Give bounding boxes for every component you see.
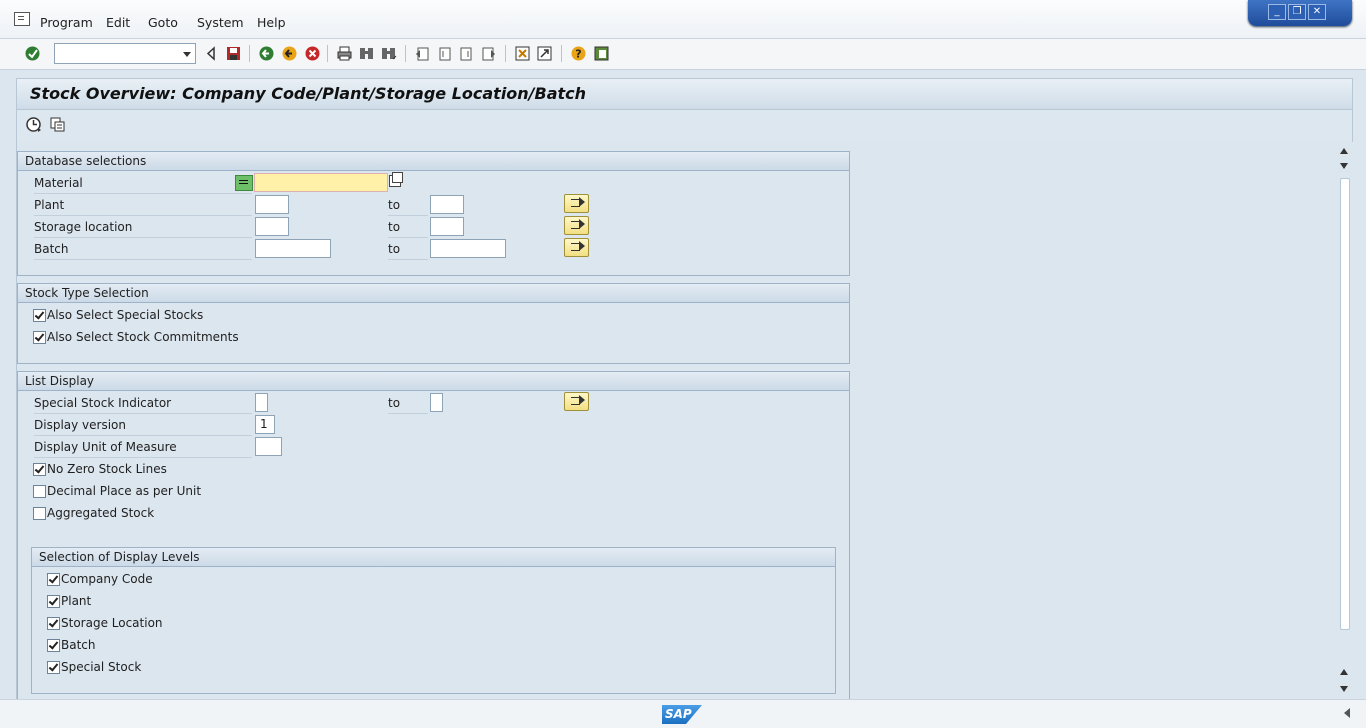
to-label: to (388, 217, 428, 238)
next-page-icon[interactable] (458, 45, 475, 62)
storage-location-level-label: Storage Location (61, 616, 163, 630)
plant-checkbox[interactable] (47, 595, 60, 608)
storage-location-multiple-selection-button[interactable] (564, 216, 589, 235)
plant-to-field[interactable] (430, 195, 464, 214)
no-zero-stock-lines-checkbox[interactable] (33, 463, 46, 476)
plant-label: Plant (34, 195, 252, 216)
help-icon[interactable]: ? (570, 45, 587, 62)
storage-location-label: Storage location (34, 217, 252, 238)
to-label: to (388, 195, 428, 216)
multiple-selection-icon[interactable] (389, 172, 403, 187)
plant-from-field[interactable] (255, 195, 289, 214)
special-stock-level-label: Special Stock (61, 660, 142, 674)
create-session-icon[interactable] (514, 45, 531, 62)
to-label: to (388, 393, 428, 414)
group-title: List Display (25, 374, 95, 388)
back-arrow-icon[interactable] (203, 45, 220, 62)
special-stocks-checkbox[interactable] (33, 309, 46, 322)
special-stock-indicator-to-field[interactable] (430, 393, 443, 412)
special-stock-checkbox[interactable] (47, 661, 60, 674)
no-zero-stock-lines-label: No Zero Stock Lines (47, 462, 167, 476)
scroll-up-icon[interactable] (1340, 669, 1348, 675)
stock-type-selection-group: Stock Type Selection (17, 283, 850, 364)
find-next-icon[interactable] (380, 45, 397, 62)
display-unit-of-measure-field[interactable] (255, 437, 282, 456)
previous-page-icon[interactable] (436, 45, 453, 62)
menu-system[interactable]: System (197, 15, 244, 30)
special-stock-indicator-from-field[interactable] (255, 393, 268, 412)
group-title: Selection of Display Levels (39, 550, 200, 564)
storage-location-checkbox[interactable] (47, 617, 60, 630)
decimal-place-label: Decimal Place as per Unit (47, 484, 202, 498)
shortcut-icon[interactable] (536, 45, 553, 62)
menu-bar: Program Edit Goto System Help _ ❐ ✕ (0, 0, 1366, 39)
batch-multiple-selection-button[interactable] (564, 238, 589, 257)
status-expand-icon[interactable] (1344, 708, 1350, 718)
back-icon[interactable] (258, 45, 275, 62)
last-page-icon[interactable] (480, 45, 497, 62)
sap-logo: SAP (662, 705, 702, 724)
aggregated-stock-checkbox[interactable] (33, 507, 46, 520)
execute-icon[interactable] (25, 116, 42, 133)
chevron-down-icon[interactable] (179, 44, 195, 63)
plant-level-label: Plant (61, 594, 92, 608)
close-icon[interactable]: ✕ (1308, 4, 1326, 20)
first-page-icon[interactable] (414, 45, 431, 62)
batch-level-label: Batch (61, 638, 96, 652)
scroll-up-icon[interactable] (1340, 148, 1348, 154)
batch-to-field[interactable] (430, 239, 506, 258)
vertical-scrollbar[interactable] (1335, 142, 1353, 699)
batch-from-field[interactable] (255, 239, 331, 258)
material-field[interactable] (254, 173, 388, 192)
plant-multiple-selection-button[interactable] (564, 194, 589, 213)
company-code-label: Company Code (61, 572, 153, 586)
group-title: Stock Type Selection (25, 286, 149, 300)
customize-layout-icon[interactable] (593, 45, 610, 62)
batch-checkbox[interactable] (47, 639, 60, 652)
standard-toolbar: ? (0, 39, 1366, 70)
scroll-down-icon[interactable] (1340, 686, 1348, 692)
display-version-field[interactable]: 1 (255, 415, 275, 434)
special-stocks-label: Also Select Special Stocks (47, 308, 204, 322)
menu-icon[interactable] (14, 12, 30, 26)
screen-title-bar: Stock Overview: Company Code/Plant/Stora… (16, 78, 1353, 110)
storage-location-to-field[interactable] (430, 217, 464, 236)
command-field[interactable] (54, 43, 196, 64)
cancel-icon[interactable] (304, 45, 321, 62)
get-variant-icon[interactable] (49, 116, 66, 133)
scroll-down-icon[interactable] (1340, 163, 1348, 169)
stock-commitments-label: Also Select Stock Commitments (47, 330, 239, 344)
enter-icon[interactable] (24, 45, 41, 62)
batch-label: Batch (34, 239, 252, 260)
stock-commitments-checkbox[interactable] (33, 331, 46, 344)
to-label: to (388, 239, 428, 260)
menu-help[interactable]: Help (257, 15, 286, 30)
selection-option-icon[interactable] (235, 175, 253, 191)
company-code-checkbox[interactable] (47, 573, 60, 586)
aggregated-stock-label: Aggregated Stock (47, 506, 155, 520)
restore-icon[interactable]: ❐ (1288, 4, 1306, 20)
minimize-icon[interactable]: _ (1268, 4, 1286, 20)
display-version-label: Display version (34, 415, 252, 436)
page-title: Stock Overview: Company Code/Plant/Stora… (30, 84, 587, 103)
menu-edit[interactable]: Edit (106, 15, 130, 30)
window-controls: _ ❐ ✕ (1248, 0, 1352, 26)
storage-location-from-field[interactable] (255, 217, 289, 236)
material-label: Material (34, 173, 252, 194)
menu-program[interactable]: Program (40, 15, 93, 30)
application-toolbar (16, 110, 1353, 142)
special-stock-multiple-selection-button[interactable] (564, 392, 589, 411)
status-bar: SAP (0, 699, 1366, 728)
display-unit-of-measure-label: Display Unit of Measure (34, 437, 252, 458)
scrollbar-thumb[interactable] (1340, 178, 1350, 630)
svg-text:?: ? (575, 48, 581, 61)
special-stock-indicator-label: Special Stock Indicator (34, 393, 252, 414)
decimal-place-checkbox[interactable] (33, 485, 46, 498)
exit-icon[interactable] (281, 45, 298, 62)
group-title: Database selections (25, 154, 147, 168)
find-icon[interactable] (358, 45, 375, 62)
menu-goto[interactable]: Goto (148, 15, 178, 30)
save-icon[interactable] (225, 45, 242, 62)
print-icon[interactable] (336, 45, 353, 62)
